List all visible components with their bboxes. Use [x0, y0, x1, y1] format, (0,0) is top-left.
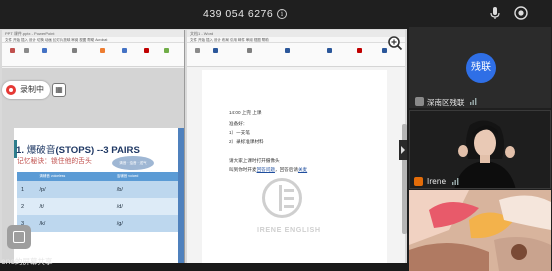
designer-icon[interactable] [164, 48, 169, 53]
doc-underlined-text: 回答问题 [256, 167, 275, 172]
notes-button[interactable] [7, 225, 31, 249]
table-cell: /t/ [35, 198, 113, 215]
paste-icon[interactable] [10, 48, 15, 53]
meeting-id[interactable]: 439 054 6276 i [203, 8, 288, 22]
notes-icon [13, 231, 25, 243]
slide-heading: 1. 爆破音(STOPS) --3 PAIRS [16, 142, 140, 156]
signal-icon [452, 178, 459, 185]
shared-screen: PPT 课件.pptx - PowerPoint 文件 开始 插入 设计 切换 … [0, 29, 407, 263]
screen-share-label: ene的屏幕共享 [1, 257, 53, 266]
word-window: 文档1 - Word 文件 开始 插入 设计 布局 引用 邮件 审阅 视图 帮助… [187, 30, 405, 263]
shapes-icon[interactable] [100, 48, 105, 53]
doc-line-text: ，回答后请 [274, 167, 298, 172]
recording-indicator[interactable]: 录制中 [2, 81, 50, 99]
font-icon[interactable] [213, 48, 218, 53]
new-slide-icon[interactable] [24, 48, 29, 53]
doc-line: 1）一支笔 [229, 130, 250, 135]
watermark-text: IRENE ENGLISH [257, 225, 321, 234]
table-cell: /d/ [112, 198, 179, 215]
avatar: 残联 [466, 53, 496, 83]
table-cell: 1 [17, 181, 36, 198]
participant-avatar-icon [414, 177, 423, 186]
layout-grid-icon[interactable]: ▦ [52, 83, 66, 97]
table-cell: /k/ [35, 215, 113, 232]
meeting-window: 439 054 6276 i PPT 课件.pptx - PowerPoint 文… [0, 0, 552, 271]
acrobat-icon[interactable] [357, 48, 362, 53]
paste-icon[interactable] [195, 48, 200, 53]
table-cell: /b/ [112, 181, 179, 198]
font-icon[interactable] [42, 48, 47, 53]
table-row: 2 /t/ /d/ [17, 198, 179, 215]
phoneme-table: 清辅音 voiceless 浊辅音 voiced 1 /p/ /b/ 2 /t/… [17, 172, 179, 232]
paragraph-icon[interactable] [247, 48, 252, 53]
participant-name: 深南区残联 [427, 98, 465, 107]
doc-line: 14:00 上完 上课 [229, 110, 262, 115]
participant-avatar-icon [415, 97, 424, 106]
document-page[interactable]: 14:00 上完 上课 准备好： 1）一支笔 2）录标准课材料 请大家上课时打开… [202, 70, 387, 263]
participant-video-tile[interactable] [409, 190, 551, 271]
ppt-ribbon[interactable] [2, 43, 184, 67]
recording-label: 录制中 [20, 85, 44, 94]
meeting-id-text: 439 054 6276 [203, 8, 274, 20]
table-cell: 2 [17, 198, 36, 215]
slide-bubble: 清音 · 浊音 · 送气 [112, 156, 154, 170]
word-title-bar: 文档1 - Word [187, 30, 405, 37]
arrange-icon[interactable] [122, 48, 127, 53]
table-header-row: 清辅音 voiceless 浊辅音 voiced [17, 172, 179, 181]
slide: 1. 爆破音(STOPS) --3 PAIRS 记忆秘诀：锁住他的舌头 清音 ·… [14, 128, 184, 263]
bottom-bar [0, 263, 409, 271]
table-cell: /p/ [35, 181, 113, 198]
participant-name: Irene [427, 177, 447, 186]
collapse-panel-chevron-icon[interactable] [399, 140, 407, 160]
table-header-cell: 浊辅音 voiced [112, 172, 179, 181]
microphone-icon[interactable] [487, 5, 503, 21]
signal-icon [470, 98, 477, 105]
doc-line: 请大家上课时打开摄像头 [229, 158, 280, 163]
word-ribbon[interactable] [187, 43, 405, 67]
table-row: 3 /k/ /g/ [17, 215, 179, 232]
doc-line: 准备好： [229, 121, 248, 126]
record-icon[interactable] [513, 5, 529, 21]
doc-underlined-text: 关麦 [297, 167, 308, 172]
irene-english-logo [262, 178, 302, 218]
slide-side-band [178, 128, 184, 263]
acrobat-icon[interactable] [144, 48, 149, 53]
info-icon[interactable]: i [277, 9, 288, 19]
table-cell: /g/ [112, 215, 179, 232]
styles-icon[interactable] [285, 48, 290, 53]
table-row: 1 /p/ /b/ [17, 181, 179, 198]
doc-line-text: 叫到你时开麦 [229, 167, 257, 172]
slide-subtitle: 记忆秘诀：锁住他的舌头 [17, 158, 92, 165]
table-header-cell: 清辅音 voiceless [35, 172, 113, 181]
editing-icon[interactable] [327, 48, 332, 53]
camera-feed-icon [409, 190, 551, 271]
zoom-in-icon[interactable] [387, 35, 403, 51]
ppt-title-bar: PPT 课件.pptx - PowerPoint [2, 30, 184, 37]
recording-dot-icon [6, 85, 16, 95]
doc-line: 2）录标准课材料 [229, 139, 264, 144]
doc-line: 叫到你时开麦回答问题，回答后请关麦 [229, 167, 307, 173]
table-header-cell [17, 172, 36, 181]
paragraph-icon[interactable] [72, 48, 77, 53]
